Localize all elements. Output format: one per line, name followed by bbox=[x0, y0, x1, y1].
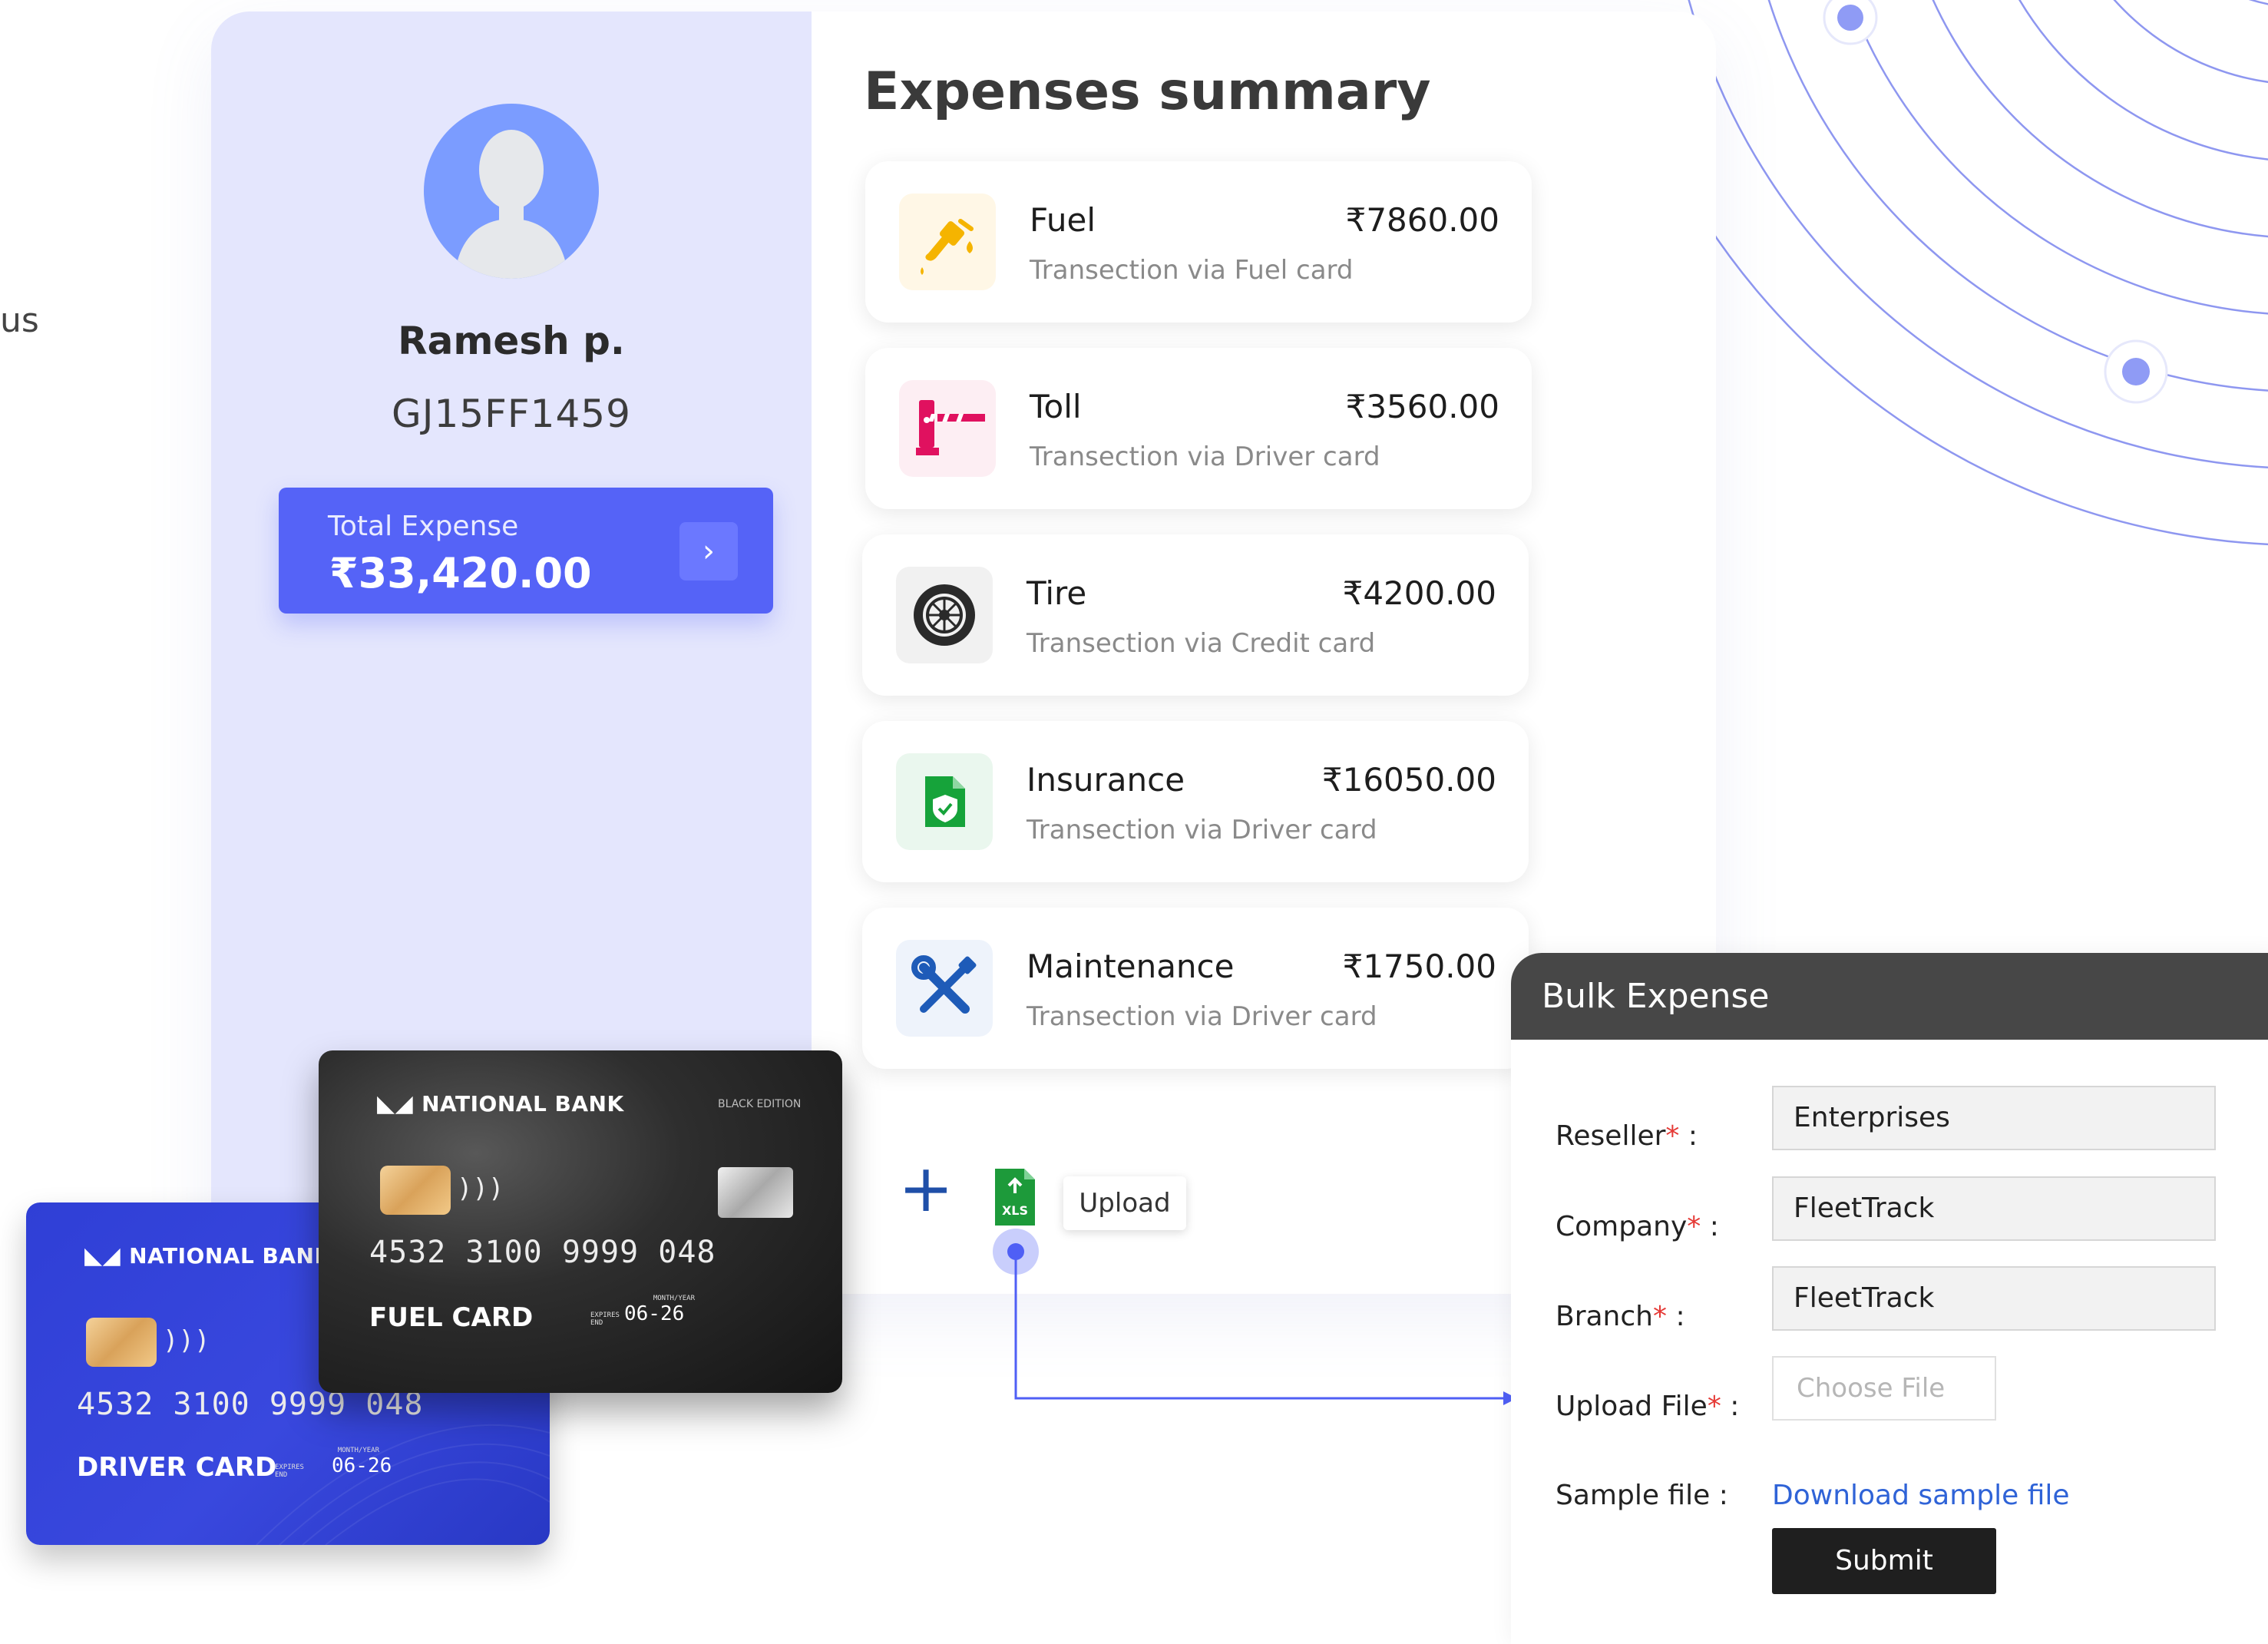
card-number: 4532 3100 9999 048 bbox=[369, 1235, 716, 1270]
total-expense-box[interactable]: Total Expense ₹33,420.00 › bbox=[279, 488, 773, 614]
card-expiry-date: 06-26 bbox=[624, 1302, 685, 1325]
company-field[interactable]: FleetTrack bbox=[1772, 1176, 2216, 1241]
fuel-pump-icon bbox=[899, 194, 996, 290]
expense-subtitle: Transection via Driver card bbox=[1030, 442, 1380, 472]
expense-subtitle: Transection via Fuel card bbox=[1030, 255, 1354, 286]
card-expiry-caption: MONTH/YEAR bbox=[653, 1295, 695, 1302]
fuel-card: ◣◢ NATIONAL BANK BLACK EDITION ))) 4532 … bbox=[319, 1050, 842, 1393]
reseller-label: Reseller* : bbox=[1556, 1120, 1698, 1152]
sample-file-label: Sample file : bbox=[1556, 1480, 1728, 1511]
user-silhouette-icon bbox=[455, 130, 568, 279]
bank-name: ◣◢ NATIONAL BANK bbox=[377, 1090, 624, 1117]
tire-icon bbox=[896, 567, 993, 663]
xls-badge: XLS bbox=[1002, 1203, 1028, 1218]
xls-file-icon[interactable]: XLS bbox=[995, 1169, 1035, 1226]
expense-subtitle: Transection via Credit card bbox=[1027, 628, 1376, 659]
expense-item-insurance[interactable]: Insurance Transection via Driver card ₹1… bbox=[862, 721, 1529, 882]
expense-item-maintenance[interactable]: Maintenance Transection via Driver card … bbox=[862, 908, 1529, 1069]
contactless-icon: ))) bbox=[457, 1173, 504, 1204]
expenses-summary-title: Expenses summary bbox=[864, 61, 1431, 122]
toll-gate-icon bbox=[899, 380, 996, 477]
chevron-right-icon[interactable]: › bbox=[679, 522, 738, 581]
expense-amount: ₹7860.00 bbox=[1345, 201, 1499, 239]
expense-amount: ₹3560.00 bbox=[1345, 388, 1499, 425]
contactless-icon: ))) bbox=[163, 1325, 210, 1356]
avatar bbox=[424, 104, 599, 279]
card-chip-icon bbox=[380, 1166, 451, 1215]
bank-logo-icon: ◣◢ bbox=[84, 1242, 130, 1269]
bank-name: ◣◢ NATIONAL BANK bbox=[84, 1242, 332, 1269]
expense-amount: ₹16050.00 bbox=[1321, 761, 1496, 799]
expense-name: Tire bbox=[1027, 574, 1087, 612]
card-type: FUEL CARD bbox=[369, 1302, 534, 1333]
total-expense-label: Total Expense bbox=[328, 511, 519, 542]
branch-label: Branch* : bbox=[1556, 1301, 1685, 1332]
expense-subtitle: Transection via Driver card bbox=[1027, 1001, 1377, 1032]
expense-amount: ₹1750.00 bbox=[1342, 948, 1496, 985]
vehicle-id: GJ15FF1459 bbox=[392, 392, 631, 436]
download-sample-link[interactable]: Download sample file bbox=[1772, 1480, 2070, 1511]
wrench-screwdriver-icon bbox=[896, 940, 993, 1037]
upload-file-label: Upload File* : bbox=[1556, 1391, 1740, 1422]
bulk-expense-form: Bulk Expense Reseller* : Enterprises Com… bbox=[1511, 953, 2268, 1644]
reseller-field[interactable]: Enterprises bbox=[1772, 1086, 2216, 1150]
expense-name: Fuel bbox=[1030, 201, 1096, 239]
background-text-fragment: us bbox=[0, 301, 39, 340]
expense-subtitle: Transection via Driver card bbox=[1027, 815, 1377, 845]
company-label: Company* : bbox=[1556, 1211, 1719, 1242]
card-expires-end: EXPIRES END bbox=[275, 1464, 304, 1479]
branch-field[interactable]: FleetTrack bbox=[1772, 1266, 2216, 1331]
choose-file-button[interactable]: Choose File bbox=[1772, 1356, 1996, 1421]
plus-icon[interactable]: + bbox=[898, 1156, 954, 1222]
card-expires-end: EXPIRES END bbox=[590, 1312, 620, 1327]
card-type: DRIVER CARD bbox=[77, 1452, 277, 1483]
card-expiry-date: 06-26 bbox=[332, 1454, 392, 1477]
user-name: Ramesh p. bbox=[398, 319, 625, 363]
bulk-expense-title: Bulk Expense bbox=[1511, 953, 2268, 1040]
card-expiry-caption: MONTH/YEAR bbox=[337, 1447, 379, 1454]
upload-tooltip[interactable]: Upload bbox=[1063, 1176, 1186, 1230]
bank-logo-icon: ◣◢ bbox=[377, 1090, 422, 1117]
hologram-icon bbox=[718, 1167, 793, 1218]
expense-item-fuel[interactable]: Fuel Transection via Fuel card ₹7860.00 bbox=[865, 161, 1532, 323]
expense-name: Insurance bbox=[1027, 761, 1185, 799]
expense-item-tire[interactable]: Tire Transection via Credit card ₹4200.0… bbox=[862, 534, 1529, 696]
card-chip-icon bbox=[86, 1318, 157, 1367]
total-expense-value: ₹33,420.00 bbox=[329, 549, 592, 597]
expense-name: Maintenance bbox=[1027, 948, 1235, 985]
expense-name: Toll bbox=[1030, 388, 1082, 425]
submit-button[interactable]: Submit bbox=[1772, 1528, 1996, 1594]
card-edition: BLACK EDITION bbox=[718, 1098, 802, 1110]
expense-item-toll[interactable]: Toll Transection via Driver card ₹3560.0… bbox=[865, 348, 1532, 509]
insurance-shield-icon bbox=[896, 753, 993, 850]
connector-line bbox=[1014, 1252, 1517, 1405]
expense-amount: ₹4200.00 bbox=[1342, 574, 1496, 612]
decorative-arcs bbox=[1674, 0, 2268, 545]
